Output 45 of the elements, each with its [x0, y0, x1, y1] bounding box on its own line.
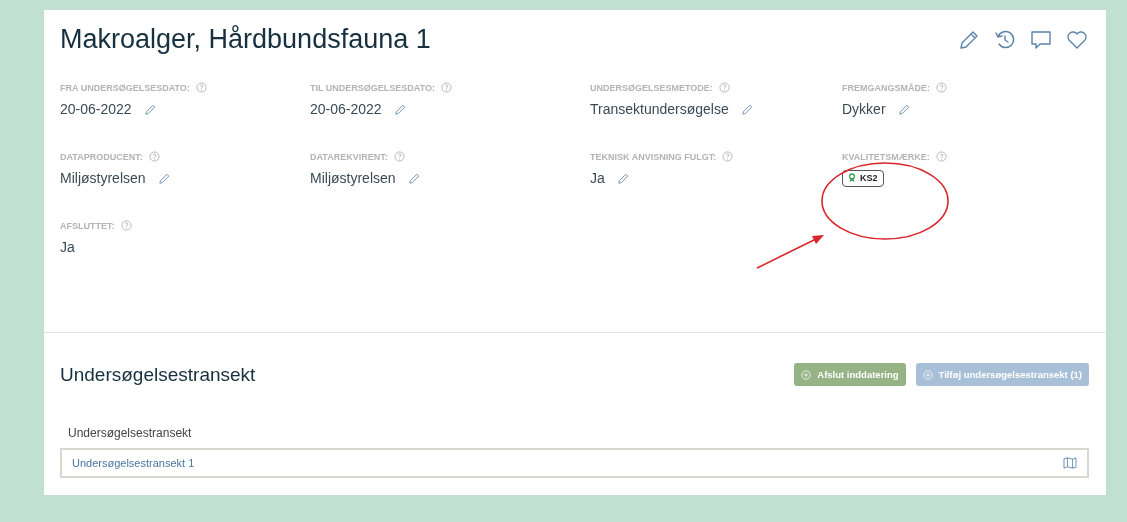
help-icon[interactable] — [148, 151, 160, 162]
map-icon[interactable] — [1063, 457, 1077, 469]
table-header: Undersøgelsestransekt — [67, 426, 193, 440]
help-icon[interactable] — [722, 151, 734, 162]
pencil-icon[interactable] — [740, 102, 754, 116]
pencil-icon[interactable] — [143, 102, 157, 116]
ribbon-icon — [848, 173, 856, 183]
section-title: Undersøgelsestransekt — [60, 363, 256, 386]
help-icon[interactable] — [393, 151, 405, 162]
plus-circle-icon — [922, 369, 933, 380]
field-label: UNDERSØGELSESMETODE: — [590, 82, 713, 93]
field-value: Dykker — [842, 101, 886, 117]
field-value: 20-06-2022 — [60, 101, 132, 117]
field-value: 20-06-2022 — [310, 101, 382, 117]
page-title: Makroalger, Hårdbundsfauna 1 — [60, 24, 431, 55]
field-label: KVALITETSMÆRKE: — [842, 151, 930, 162]
quality-badge: KS2 — [842, 169, 884, 187]
field-value: Ja — [590, 170, 605, 186]
field-label: FRA UNDERSØGELSESDATO: — [60, 82, 190, 93]
field-label: TIL UNDERSØGELSESDATO: — [310, 82, 435, 93]
annotation-arrow — [756, 235, 824, 269]
pencil-icon[interactable] — [407, 171, 421, 185]
action-button[interactable]: Tilføj undersøgelsestransekt (1) — [915, 363, 1089, 386]
field-label: AFSLUTTET: — [60, 220, 115, 231]
field-value: Transektundersøgelse — [590, 101, 729, 117]
transect-link[interactable]: Undersøgelsestransekt 1 — [72, 457, 195, 469]
field-label: TEKNISK ANVISNING FULGT: — [590, 151, 717, 162]
help-icon[interactable] — [441, 82, 452, 93]
field-label: DATAPRODUCENT: — [60, 151, 143, 162]
help-icon[interactable] — [195, 82, 207, 93]
plus-circle-icon — [801, 369, 812, 380]
help-icon[interactable] — [935, 151, 947, 162]
field-value: Miljøstyrelsen — [310, 170, 396, 186]
pencil-icon[interactable] — [616, 171, 630, 185]
field-label: FREMGANGSMÅDE: — [842, 82, 930, 93]
field-value: Ja — [60, 239, 75, 255]
pencil-icon[interactable] — [393, 102, 407, 116]
action-button[interactable]: Afslut inddatering — [794, 363, 906, 386]
pencil-icon[interactable] — [897, 102, 911, 116]
help-icon[interactable] — [718, 82, 730, 93]
pencil-icon[interactable] — [157, 171, 171, 185]
help-icon[interactable] — [936, 82, 947, 93]
field-value: Miljøstyrelsen — [60, 170, 146, 186]
field-label: DATAREKVIRENT: — [310, 151, 388, 162]
help-icon[interactable] — [120, 220, 132, 231]
